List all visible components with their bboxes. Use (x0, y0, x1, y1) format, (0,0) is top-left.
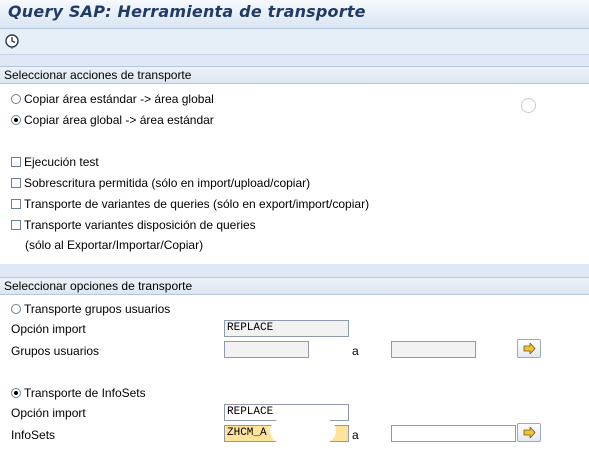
radio-copy-global-to-standard[interactable]: Copiar área global -> área estándar (11, 111, 214, 128)
application-toolbar (0, 29, 589, 55)
user-groups-to-label: a (352, 344, 359, 358)
checkbox-test-run[interactable]: Ejecución test (11, 153, 99, 170)
title-bar: Query SAP: Herramienta de transporte (0, 0, 589, 29)
page-title: Query SAP: Herramienta de transporte (8, 2, 366, 21)
arrow-right-icon (523, 427, 536, 438)
radio-std-to-global-label: Copiar área estándar -> área global (24, 91, 214, 106)
user-groups-multiple-selection-button[interactable] (517, 339, 541, 358)
infosets-to-field[interactable] (391, 425, 516, 442)
checkbox-overwrite[interactable]: Sobrescritura permitida (sólo en import/… (11, 174, 310, 191)
section-title-options: Seleccionar opciones de transporte (4, 279, 193, 293)
status-circle-icon (521, 98, 536, 113)
radio-infosets[interactable]: Transporte de InfoSets (11, 384, 146, 401)
user-groups-label: Grupos usuarios (11, 344, 100, 358)
transport-actions-section: Seleccionar acciones de transporte Copia… (0, 66, 589, 264)
import-option-label-2: Opción import (11, 406, 86, 420)
checkbox-test-run-box[interactable] (11, 156, 21, 167)
radio-copy-standard-to-global[interactable]: Copiar área estándar -> área global (11, 90, 214, 107)
infosets-label: InfoSets (11, 428, 56, 442)
radio-global-to-std-label: Copiar área global -> área estándar (24, 112, 214, 127)
checkbox-overwrite-label: Sobrescritura permitida (sólo en import/… (24, 175, 311, 190)
checkbox-layout-variants-label: Transporte variantes disposición de quer… (24, 217, 256, 232)
section-title-actions: Seleccionar acciones de transporte (4, 68, 192, 82)
checkbox-overwrite-box[interactable] (11, 177, 21, 188)
infosets-to-label: a (352, 428, 359, 442)
radio-global-to-std-control[interactable] (11, 114, 21, 125)
checkbox-layout-variants-box[interactable] (11, 219, 21, 230)
radio-std-to-global-control[interactable] (11, 93, 21, 104)
section-header-actions: Seleccionar acciones de transporte (0, 66, 589, 84)
radio-infosets-control[interactable] (11, 387, 21, 398)
import-option-label-1: Opción import (11, 322, 86, 336)
checkbox-query-variants-box[interactable] (11, 198, 21, 209)
layout-variants-note: (sólo al Exportar/Importar/Copiar) (25, 238, 204, 252)
user-groups-to-field[interactable] (391, 341, 476, 358)
execute-clock-icon (5, 34, 19, 49)
arrow-right-icon (523, 343, 536, 354)
redacted-area (270, 419, 336, 443)
checkbox-query-variants-label: Transporte de variantes de queries (sólo… (24, 196, 370, 211)
import-option-field-1[interactable]: REPLACE (224, 320, 349, 337)
infosets-multiple-selection-button[interactable] (517, 423, 541, 442)
radio-user-groups-label: Transporte grupos usuarios (24, 301, 171, 316)
section-header-options: Seleccionar opciones de transporte (0, 277, 589, 295)
radio-user-groups-control[interactable] (11, 303, 21, 314)
checkbox-layout-variants[interactable]: Transporte variantes disposición de quer… (11, 216, 256, 233)
checkbox-query-variants[interactable]: Transporte de variantes de queries (sólo… (11, 195, 369, 212)
user-groups-from-field[interactable] (224, 341, 309, 358)
radio-infosets-label: Transporte de InfoSets (24, 385, 146, 400)
radio-user-groups[interactable]: Transporte grupos usuarios (11, 300, 170, 317)
transport-options-section: Seleccionar opciones de transporte Trans… (0, 277, 589, 453)
checkbox-test-run-label: Ejecución test (24, 154, 99, 169)
execute-button[interactable] (4, 33, 21, 50)
